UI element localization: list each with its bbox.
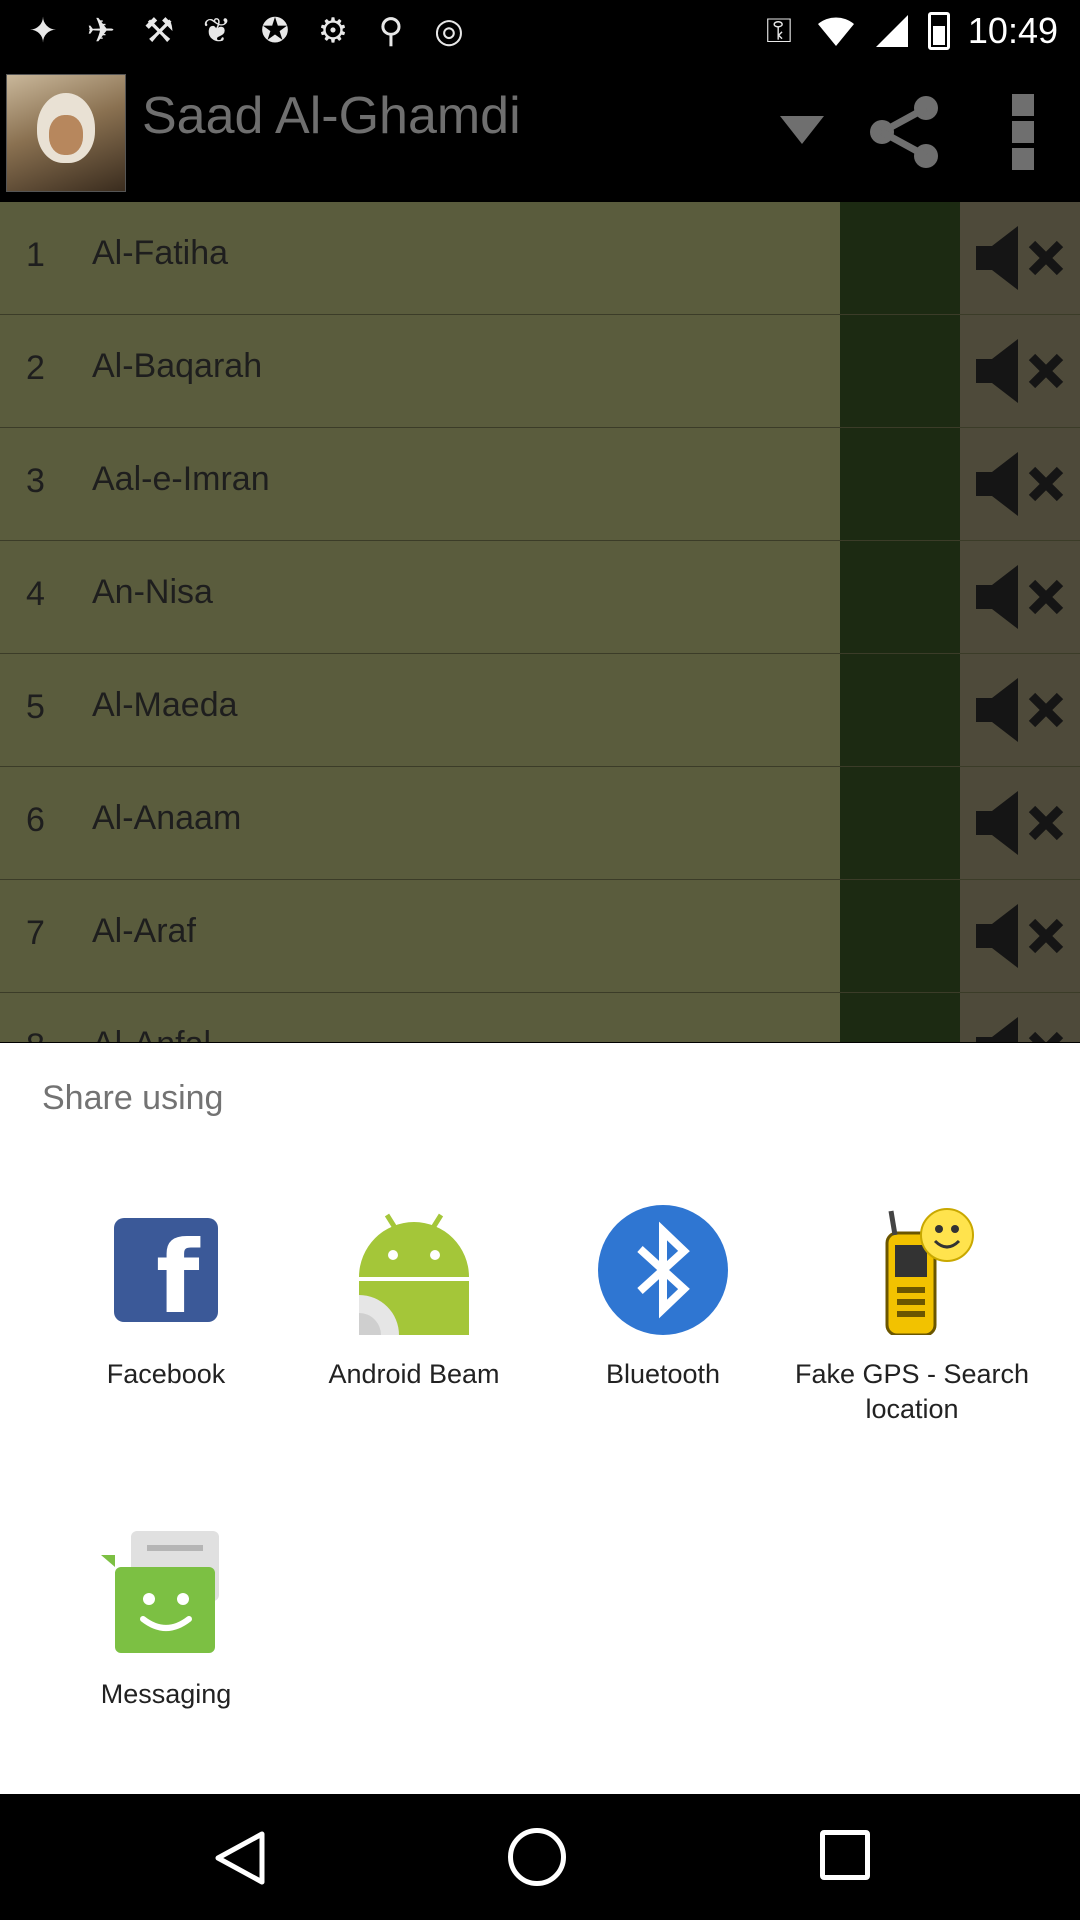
bluetooth-icon [598, 1205, 728, 1335]
volume-mute-icon [976, 452, 1064, 516]
wrench-icon: ⚒ [143, 12, 175, 50]
signal-icon [875, 15, 908, 47]
wifi-icon [817, 17, 854, 46]
mute-button[interactable] [960, 767, 1080, 879]
fake-gps-icon [885, 1208, 974, 1337]
messaging-icon [101, 1531, 219, 1653]
status-time: 10:49 [967, 10, 1058, 51]
download-column[interactable] [840, 767, 960, 879]
app-bar: Saad Al-Ghamdi [0, 62, 1080, 200]
share-target-facebook[interactable]: f Facebook [36, 1205, 296, 1392]
notification-app-icon: ✈ [86, 12, 116, 50]
surah-name: Al-Fatiha [92, 234, 229, 272]
mute-button[interactable] [960, 880, 1080, 992]
mute-button[interactable] [960, 315, 1080, 427]
dropdown-icon[interactable] [780, 116, 824, 144]
share-target-label: Fake GPS - Search location [794, 1359, 1030, 1424]
overflow-menu-icon[interactable] [1010, 94, 1036, 170]
surah-number: 2 [26, 349, 45, 387]
share-target-label: Android Beam [328, 1359, 500, 1389]
surah-name: Al-Maeda [92, 686, 238, 724]
download-column[interactable] [840, 202, 960, 314]
share-target-messaging[interactable]: Messaging [36, 1525, 296, 1712]
location-pin-icon: ⚲ [378, 12, 404, 50]
surah-name: Aal-e-Imran [92, 460, 270, 498]
list-item[interactable]: 6 Al-Anaam [0, 767, 1080, 880]
mute-button[interactable] [960, 202, 1080, 314]
list-item[interactable]: 2 Al-Baqarah [0, 315, 1080, 428]
download-column[interactable] [840, 880, 960, 992]
facebook-icon: f [114, 1218, 218, 1328]
download-column[interactable] [840, 428, 960, 540]
surah-name: Al-Anaam [92, 799, 242, 837]
book-icon: ❦ [202, 12, 232, 50]
fake-gps-icon: ◎ [434, 12, 464, 50]
share-target-label: Messaging [100, 1679, 232, 1709]
mute-button[interactable] [960, 428, 1080, 540]
settings-icon: ⚙ [317, 12, 349, 50]
download-column[interactable] [840, 541, 960, 653]
surah-name: An-Nisa [92, 573, 213, 611]
mute-button[interactable] [960, 993, 1080, 1042]
navigation-bar [0, 1794, 1080, 1920]
volume-mute-icon [976, 791, 1064, 855]
volume-mute-icon [976, 565, 1064, 629]
volume-mute-icon [976, 678, 1064, 742]
surah-number: 5 [26, 688, 45, 726]
volume-mute-icon [976, 339, 1064, 403]
battery-icon [927, 12, 950, 50]
page-title: Saad Al-Ghamdi [142, 87, 521, 145]
share-target-android-beam[interactable]: Android Beam [284, 1205, 544, 1392]
volume-mute-icon [976, 904, 1064, 968]
surah-number: 4 [26, 575, 45, 613]
list-item[interactable]: 5 Al-Maeda [0, 654, 1080, 767]
share-target-label: Bluetooth [605, 1359, 721, 1389]
download-column[interactable] [840, 993, 960, 1042]
avatar-face [49, 115, 83, 155]
notification-app-icon: ✪ [260, 12, 290, 50]
status-bar: ✦ ✈ ⚒ ❦ ✪ ⚙ ⚲ ◎ ⚿ 10:49 [0, 0, 1080, 62]
reciter-avatar[interactable] [6, 74, 126, 192]
list-item[interactable]: 1 Al-Fatiha [0, 202, 1080, 315]
surah-number: 3 [26, 462, 45, 500]
share-sheet-title: Share using [42, 1079, 224, 1117]
list-item[interactable]: 4 An-Nisa [0, 541, 1080, 654]
share-target-bluetooth[interactable]: Bluetooth [533, 1205, 793, 1392]
download-column[interactable] [840, 654, 960, 766]
mute-button[interactable] [960, 541, 1080, 653]
surah-name: Al-Baqarah [92, 347, 263, 385]
home-icon[interactable] [508, 1828, 566, 1886]
share-target-fake-gps[interactable]: Fake GPS - Search location [782, 1205, 1042, 1427]
android-beam-icon [359, 1213, 469, 1335]
volume-mute-icon [976, 226, 1064, 290]
vpn-key-icon: ⚿ [765, 12, 792, 50]
recent-apps-icon[interactable] [820, 1830, 870, 1880]
surah-name: Al-Anfal [92, 1025, 211, 1042]
back-icon[interactable] [212, 1830, 268, 1886]
surah-number: 8 [26, 1027, 66, 1042]
share-icon[interactable] [866, 94, 942, 170]
download-column[interactable] [840, 315, 960, 427]
list-item[interactable]: 7 Al-Araf [0, 880, 1080, 993]
surah-number: 6 [26, 801, 45, 839]
notification-app-icon: ✦ [28, 12, 58, 50]
list-item[interactable]: 8 Al-Anfal [0, 993, 1080, 1042]
list-item[interactable]: 3 Aal-e-Imran [0, 428, 1080, 541]
share-target-label: Facebook [106, 1359, 226, 1389]
surah-name: Al-Araf [92, 912, 196, 950]
volume-mute-icon [976, 1017, 1064, 1042]
surah-number: 7 [26, 914, 45, 952]
surah-number: 1 [26, 236, 45, 274]
share-sheet: Share using f Facebook Android Beam Blue… [0, 1043, 1080, 1794]
mute-button[interactable] [960, 654, 1080, 766]
surah-list: 1 Al-Fatiha 2 Al-Baqarah 3 Aal-e-Imran 4 An-Nis… [0, 202, 1080, 1042]
